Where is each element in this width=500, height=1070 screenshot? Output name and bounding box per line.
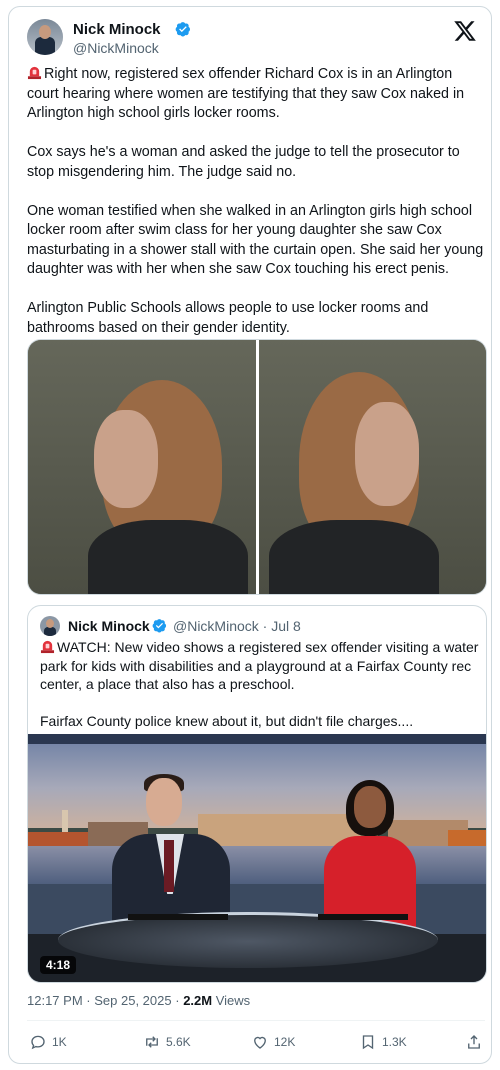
quoted-meta: @NickMinock · Jul 8 (173, 618, 301, 634)
x-logo-icon[interactable] (453, 19, 477, 43)
views-count: 2.2M (183, 993, 213, 1008)
like-count: 12K (274, 1035, 296, 1049)
share-icon (468, 1035, 480, 1049)
bookmark-icon (362, 1035, 374, 1050)
quoted-tweet[interactable]: Nick Minock @NickMinock · Jul 8 WATCH: N… (27, 605, 487, 983)
tweet-paragraph-4: Arlington Public Schools allows people t… (27, 300, 429, 336)
author-handle[interactable]: @NickMinock (73, 40, 159, 56)
police-siren-icon (40, 640, 55, 654)
quoted-handle[interactable]: @NickMinock (173, 618, 259, 634)
divider (27, 1020, 485, 1021)
views-label: Views (215, 993, 251, 1008)
repost-count: 5.6K (166, 1035, 191, 1049)
repost-icon (146, 1036, 158, 1048)
news-video-thumbnail[interactable]: 4:18 (28, 734, 486, 982)
tweet-paragraph-3: One woman testified when she walked in a… (27, 202, 484, 278)
tweet-card: Nick Minock @NickMinock Right now, regis… (8, 6, 492, 1064)
action-bar: 1K 5.6K 12K 1.3K (27, 1033, 485, 1057)
mugshot-left-photo[interactable] (28, 340, 256, 594)
reply-count: 1K (52, 1035, 67, 1049)
quoted-author-name[interactable]: Nick Minock (68, 618, 150, 634)
reply-button[interactable]: 1K (29, 1033, 67, 1051)
police-siren-icon (27, 66, 42, 80)
media-grid (27, 339, 487, 595)
quoted-date[interactable]: Jul 8 (271, 618, 301, 634)
share-button[interactable] (465, 1033, 483, 1051)
tweet-paragraph-1: Right now, registered sex offender Richa… (27, 66, 465, 121)
quoted-text: WATCH: New video shows a registered sex … (40, 638, 480, 749)
author-name[interactable]: Nick Minock (73, 21, 161, 38)
quoted-paragraph-1: WATCH: New video shows a registered sex … (40, 639, 479, 692)
tweet-text: Right now, registered sex offender Richa… (27, 65, 485, 358)
bookmark-button[interactable]: 1.3K (359, 1033, 407, 1051)
quoted-verified-badge-icon (152, 619, 167, 633)
quoted-author-avatar[interactable] (40, 616, 60, 636)
verified-badge-icon (175, 22, 190, 37)
tweet-date[interactable]: Sep 25, 2025 (94, 993, 171, 1008)
video-duration-badge: 4:18 (40, 956, 77, 974)
reply-icon (31, 1035, 45, 1050)
tweet-paragraph-2: Cox says he's a woman and asked the judg… (27, 144, 460, 180)
tweet-time[interactable]: 12:17 PM (27, 993, 83, 1008)
bookmark-count: 1.3K (382, 1035, 407, 1049)
repost-button[interactable]: 5.6K (143, 1033, 191, 1051)
quoted-paragraph-2: Fairfax County police knew about it, but… (40, 713, 414, 729)
tweet-meta: 12:17 PM · Sep 25, 2025 · 2.2M Views (27, 993, 251, 1008)
mugshot-right-photo[interactable] (258, 340, 486, 594)
like-button[interactable]: 12K (251, 1033, 295, 1051)
author-avatar[interactable] (27, 19, 63, 55)
heart-icon (254, 1036, 266, 1049)
